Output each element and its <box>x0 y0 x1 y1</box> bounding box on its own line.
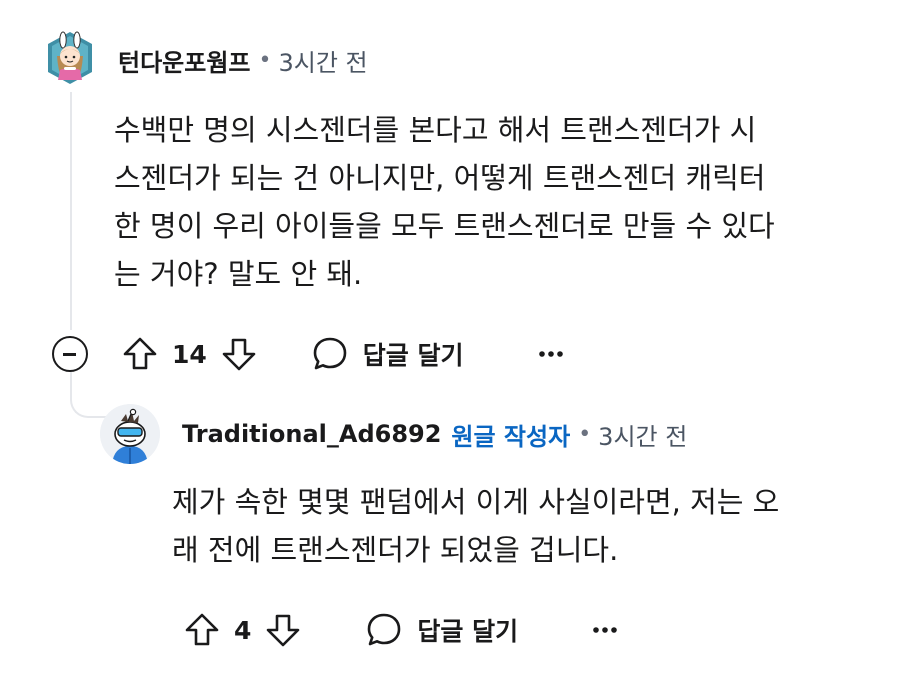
op-badge: 원글 작성자 <box>451 422 571 451</box>
more-options-icon <box>593 627 617 633</box>
meta-separator: • <box>258 47 272 73</box>
reply-button[interactable]: 답글 달기 <box>365 611 518 649</box>
more-options-icon <box>538 351 563 357</box>
comment-line: 는 거야? 말도 안 돼. <box>114 257 363 291</box>
avatar[interactable] <box>42 30 98 86</box>
vote-count: 14 <box>172 339 207 369</box>
reply-bubble-icon <box>313 337 347 370</box>
downvote-icon <box>222 338 256 371</box>
comment-line: 래 전에 트랜스젠더가 되었을 겁니다. <box>172 533 619 567</box>
reply-label: 답글 달기 <box>417 617 519 646</box>
timestamp: 3시간 전 <box>598 422 688 451</box>
comment-meta: Traditional_Ad6892 원글 작성자 • 3시간 전 <box>182 414 687 454</box>
upvote-button[interactable] <box>120 334 160 374</box>
collapse-minus-icon <box>63 353 76 356</box>
comment-line: 한 명이 우리 아이들을 모두 트랜스젠더로 만들 수 있다 <box>114 209 775 243</box>
more-options-button[interactable] <box>590 615 620 645</box>
upvote-icon <box>123 337 157 370</box>
username[interactable]: 턴다운포웜프 <box>118 43 250 78</box>
comment-actions: 4 답글 달기 <box>182 608 620 652</box>
downvote-icon <box>267 614 300 647</box>
comment-body: 제가 속한 몇몇 팬덤에서 이게 사실이라면, 저는 오 래 전에 트랜스젠더가… <box>172 478 779 574</box>
more-options-button[interactable] <box>536 339 566 369</box>
comment-body: 수백만 명의 시스젠더를 본다고 해서 트랜스젠더가 시 스젠더가 되는 건 아… <box>114 106 775 298</box>
comment-line: 제가 속한 몇몇 팬덤에서 이게 사실이라면, 저는 오 <box>172 485 780 519</box>
collapse-thread-button[interactable] <box>52 336 88 372</box>
upvote-icon <box>185 613 219 646</box>
comment-actions: 14 답글 달기 <box>120 332 566 376</box>
reply-bubble-icon <box>368 613 401 646</box>
avatar[interactable] <box>100 404 160 464</box>
reply-button[interactable]: 답글 달기 <box>311 335 464 373</box>
comment-line: 스젠더가 되는 건 아니지만, 어떻게 트랜스젠더 캐릭터 <box>114 161 766 195</box>
thread-line <box>70 92 72 330</box>
upvote-button[interactable] <box>182 610 222 650</box>
timestamp: 3시간 전 <box>278 48 368 77</box>
reply-connector-line <box>70 372 106 418</box>
reply-label: 답글 달기 <box>362 341 464 370</box>
comment-thread: 턴다운포웜프 • 3시간 전 수백만 명의 시스젠더를 본다고 해서 트랜스젠더… <box>0 0 900 682</box>
vote-count: 4 <box>234 615 252 645</box>
username[interactable]: Traditional_Ad6892 <box>182 420 441 448</box>
downvote-button[interactable] <box>219 334 259 374</box>
downvote-button[interactable] <box>263 610 303 650</box>
comment-line: 수백만 명의 시스젠더를 본다고 해서 트랜스젠더가 시 <box>114 113 757 147</box>
comment-meta: 턴다운포웜프 • 3시간 전 <box>118 40 368 80</box>
meta-separator: • <box>578 421 592 447</box>
